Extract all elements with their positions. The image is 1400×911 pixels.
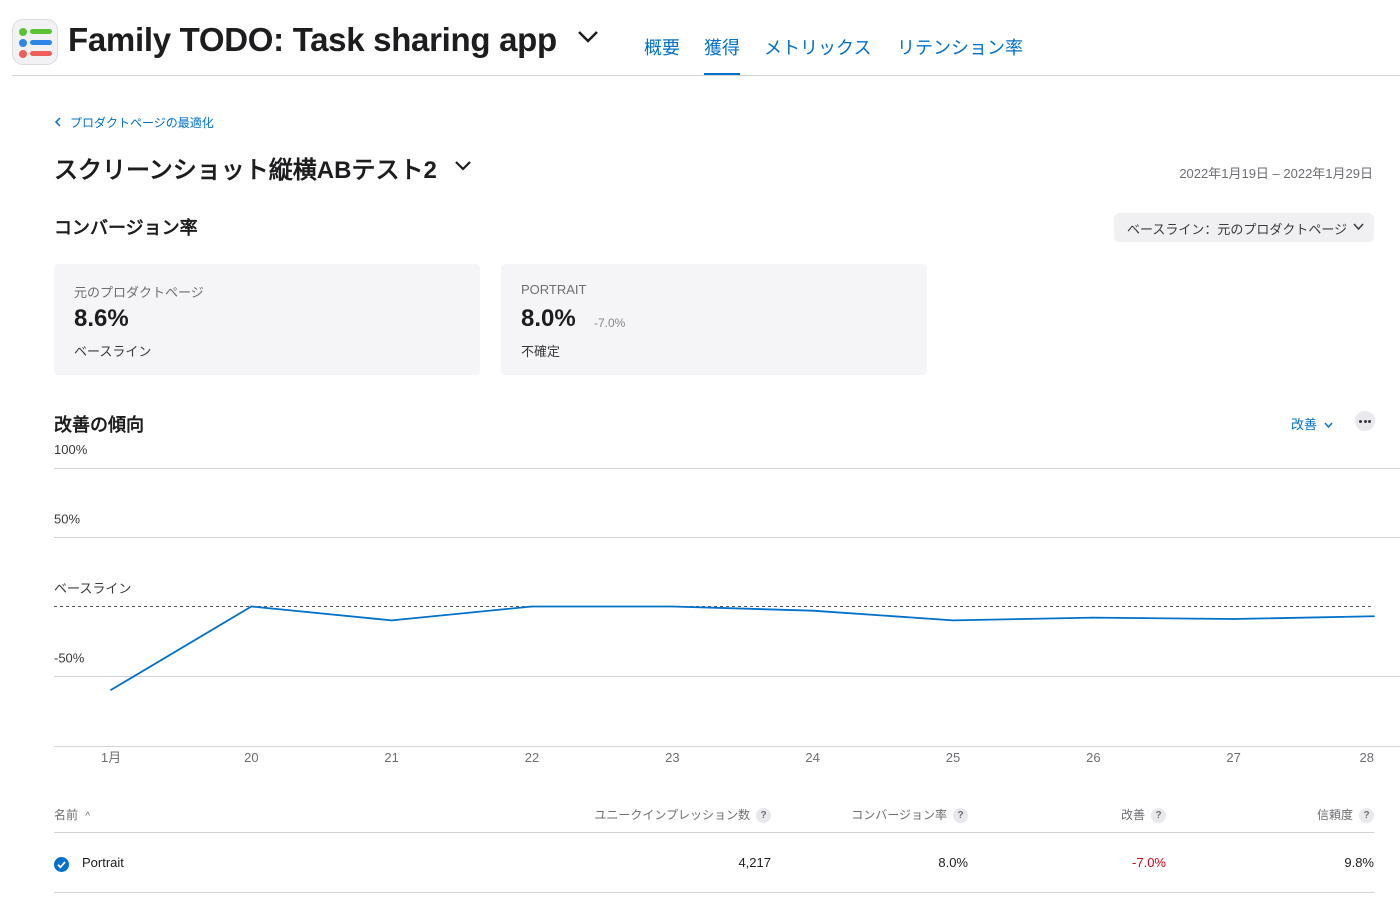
x-tick-label: 22: [525, 750, 539, 765]
col-header-improvement[interactable]: 改善?: [1120, 806, 1166, 824]
data-point: [531, 605, 533, 608]
row-confidence: 9.8%: [1344, 855, 1374, 870]
row-improvement: -7.0%: [1132, 855, 1166, 870]
col-header-name[interactable]: 名前 ^: [54, 806, 90, 823]
x-tick-label: 25: [946, 750, 960, 765]
col-header-label: ユニークインプレッション数: [594, 808, 750, 822]
x-tick-label: 28: [1360, 750, 1374, 765]
row-name[interactable]: Portrait: [82, 855, 124, 870]
col-header-confidence[interactable]: 信頼度?: [1316, 806, 1374, 824]
col-header-impressions[interactable]: ユニークインプレッション数?: [594, 806, 771, 824]
help-icon[interactable]: ?: [953, 808, 968, 824]
data-point: [671, 605, 674, 608]
data-point: [1092, 616, 1095, 619]
x-tick-label: 1月: [101, 750, 121, 765]
row-impressions: 4,217: [738, 855, 771, 870]
col-header-conversion[interactable]: コンバージョン率?: [851, 806, 968, 824]
col-header-label: コンバージョン率: [851, 808, 947, 822]
y-tick-label: ベースライン: [54, 581, 131, 596]
x-tick-label: 26: [1086, 750, 1100, 765]
data-point: [250, 605, 253, 608]
col-header-label: 改善: [1120, 808, 1145, 822]
series-line: [110, 605, 1375, 691]
table-divider: [54, 892, 1374, 893]
data-point: [390, 619, 393, 622]
help-icon[interactable]: ?: [756, 808, 771, 824]
y-tick-label: 100%: [54, 442, 88, 457]
y-tick-label: -50%: [54, 650, 85, 665]
help-icon[interactable]: ?: [1151, 808, 1166, 824]
table-divider: [54, 832, 1374, 833]
data-point: [811, 609, 814, 612]
help-icon[interactable]: ?: [1359, 808, 1374, 824]
x-tick-label: 20: [244, 750, 258, 765]
row-conversion: 8.0%: [938, 855, 968, 870]
data-point: [1232, 618, 1235, 620]
col-header-label: 信頼度: [1316, 808, 1353, 822]
x-tick-label: 21: [384, 750, 398, 765]
improvement-trend-chart: 100% 50% ベースライン -50% 1月 20 21 22 23 24 25 26 27 28: [54, 442, 1400, 765]
x-tick-label: 23: [665, 750, 679, 765]
col-header-label: 名前: [54, 808, 79, 822]
data-point: [110, 689, 112, 691]
data-point: [952, 619, 954, 622]
x-tick-label: 27: [1226, 750, 1240, 765]
x-tick-label: 24: [805, 750, 819, 765]
data-point: [1373, 615, 1375, 618]
checkbox-checked-icon[interactable]: [54, 857, 69, 872]
sort-ascending-icon: ^: [85, 811, 91, 822]
y-tick-label: 50%: [54, 511, 80, 526]
